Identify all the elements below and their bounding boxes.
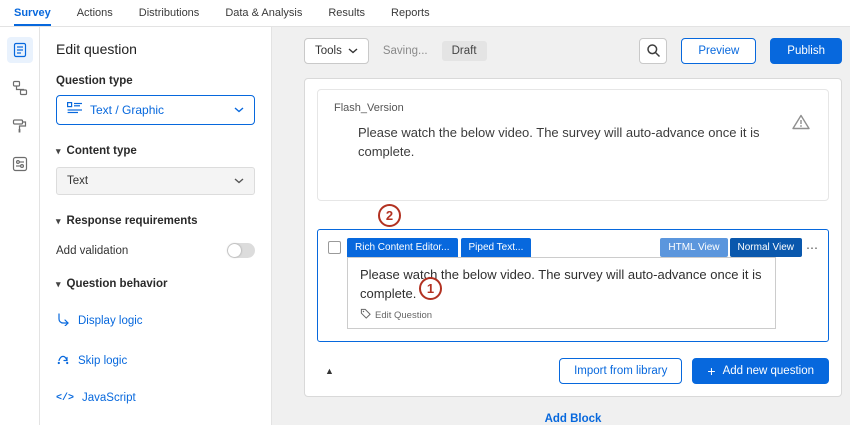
chevron-down-icon bbox=[348, 48, 358, 54]
plus-icon: + bbox=[707, 364, 715, 378]
caret-down-icon: ▾ bbox=[56, 146, 61, 157]
tab-normal-view[interactable]: Normal View bbox=[730, 238, 803, 257]
code-icon: </> bbox=[56, 392, 74, 405]
question-type-dropdown[interactable]: Text / Graphic bbox=[56, 95, 255, 125]
chevron-down-icon bbox=[234, 178, 244, 184]
section-content-type[interactable]: ▾ Content type bbox=[56, 145, 255, 157]
block-card: Flash_Version Please watch the below vid… bbox=[304, 78, 842, 397]
draft-status-badge: Draft bbox=[442, 41, 487, 61]
tools-label: Tools bbox=[315, 45, 342, 57]
section-response-requirements[interactable]: ▾ Response requirements bbox=[56, 215, 255, 227]
text-graphic-icon bbox=[67, 102, 82, 118]
question-edit-block: Rich Content Editor... Piped Text... HTM… bbox=[317, 229, 829, 342]
nav-reports[interactable]: Reports bbox=[391, 0, 430, 26]
add-block-button[interactable]: Add Block bbox=[304, 413, 842, 425]
search-icon bbox=[646, 43, 661, 58]
nav-actions[interactable]: Actions bbox=[77, 0, 113, 26]
top-navigation: Survey Actions Distributions Data & Anal… bbox=[0, 0, 850, 27]
tab-html-view[interactable]: HTML View bbox=[660, 238, 727, 257]
question-id: Flash_Version bbox=[334, 102, 812, 114]
editor-tab-row: Rich Content Editor... Piped Text... HTM… bbox=[328, 238, 818, 257]
skip-logic-label: Skip logic bbox=[78, 355, 127, 368]
search-button[interactable] bbox=[639, 38, 667, 64]
warning-icon[interactable] bbox=[792, 114, 810, 133]
survey-canvas: Tools Saving... Draft Preview Publish Fl… bbox=[272, 27, 850, 425]
more-options-icon[interactable]: ⋯ bbox=[806, 241, 818, 255]
collapse-block-icon[interactable]: ▲ bbox=[325, 366, 334, 376]
section-question-behavior[interactable]: ▾ Question behavior bbox=[56, 278, 255, 290]
edit-question-label-button[interactable]: Edit Question bbox=[360, 308, 432, 322]
nav-results[interactable]: Results bbox=[328, 0, 365, 26]
builder-icon[interactable] bbox=[7, 37, 33, 63]
add-new-question-button[interactable]: + Add new question bbox=[692, 358, 829, 384]
tab-rich-content-editor[interactable]: Rich Content Editor... bbox=[347, 238, 458, 257]
canvas-toolbar: Tools Saving... Draft Preview Publish bbox=[304, 35, 842, 66]
caret-down-icon: ▾ bbox=[56, 279, 61, 290]
response-requirements-label: Response requirements bbox=[67, 215, 198, 227]
question-type-value: Text / Graphic bbox=[90, 103, 164, 117]
content-type-value: Text bbox=[67, 175, 88, 187]
edit-question-panel: Edit question Question type Text / Graph… bbox=[40, 27, 272, 425]
question-text: Please watch the below video. The survey… bbox=[358, 124, 812, 162]
app-root: Survey Actions Distributions Data & Anal… bbox=[0, 0, 850, 425]
edit-question-text: Edit Question bbox=[375, 310, 432, 321]
question-type-label: Question type bbox=[56, 75, 255, 87]
panel-title: Edit question bbox=[56, 41, 255, 57]
skip-logic-icon bbox=[56, 352, 70, 370]
tab-piped-text[interactable]: Piped Text... bbox=[461, 238, 532, 257]
question-checkbox[interactable] bbox=[328, 241, 341, 254]
display-logic-icon bbox=[56, 312, 70, 330]
import-from-library-button[interactable]: Import from library bbox=[559, 358, 682, 384]
icon-rail bbox=[0, 27, 40, 425]
add-validation-toggle[interactable] bbox=[227, 243, 255, 258]
content-type-dropdown[interactable]: Text bbox=[56, 167, 255, 195]
nav-survey[interactable]: Survey bbox=[14, 0, 51, 26]
chevron-down-icon bbox=[234, 107, 244, 113]
survey-flow-icon[interactable] bbox=[7, 75, 33, 101]
publish-button[interactable]: Publish bbox=[770, 38, 842, 64]
caret-down-icon: ▾ bbox=[56, 216, 61, 227]
saving-status: Saving... bbox=[383, 45, 428, 57]
rich-text-editor-area[interactable]: Please watch the below video. The survey… bbox=[347, 257, 776, 329]
javascript-link[interactable]: </> JavaScript bbox=[56, 392, 255, 405]
content-type-label: Content type bbox=[67, 145, 137, 157]
preview-button[interactable]: Preview bbox=[681, 38, 756, 64]
editor-text: Please watch the below video. The survey… bbox=[360, 266, 763, 304]
tag-icon bbox=[360, 308, 371, 322]
question-behavior-label: Question behavior bbox=[67, 278, 168, 290]
javascript-label: JavaScript bbox=[82, 392, 136, 405]
skip-logic-link[interactable]: Skip logic bbox=[56, 352, 255, 370]
look-and-feel-icon[interactable] bbox=[7, 113, 33, 139]
add-new-question-label: Add new question bbox=[723, 365, 814, 377]
survey-options-icon[interactable] bbox=[7, 151, 33, 177]
display-logic-label: Display logic bbox=[78, 315, 143, 328]
nav-data-analysis[interactable]: Data & Analysis bbox=[225, 0, 302, 26]
tools-button[interactable]: Tools bbox=[304, 38, 369, 64]
nav-distributions[interactable]: Distributions bbox=[139, 0, 200, 26]
question-preview[interactable]: Flash_Version Please watch the below vid… bbox=[317, 89, 829, 201]
add-validation-label: Add validation bbox=[56, 245, 128, 257]
display-logic-link[interactable]: Display logic bbox=[56, 312, 255, 330]
block-footer: ▲ Import from library + Add new question bbox=[317, 358, 829, 384]
